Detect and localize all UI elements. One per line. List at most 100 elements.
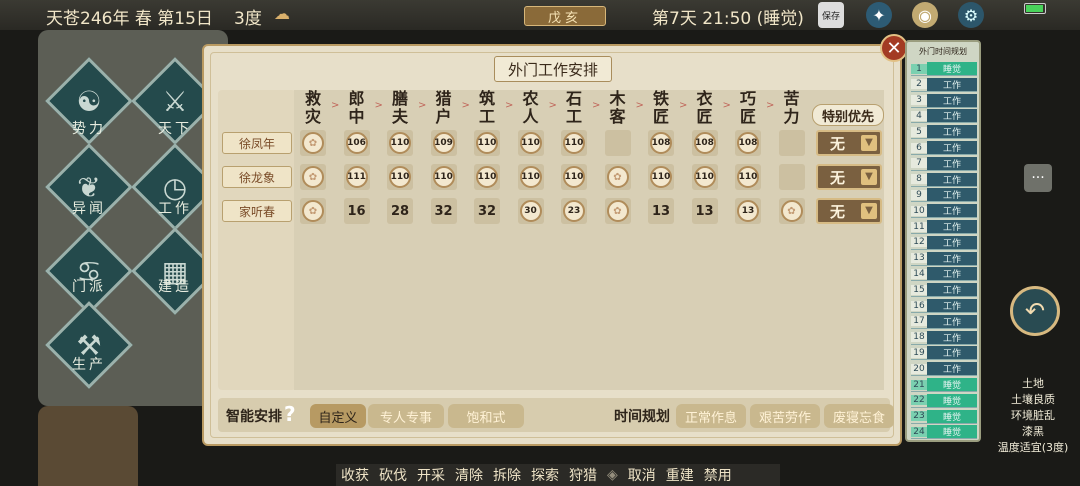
time-slot[interactable]: 21 睡觉 <box>911 378 977 392</box>
time-slot[interactable]: 16 工作 <box>911 299 977 313</box>
job-cell[interactable]: 111 <box>343 164 370 190</box>
time-slot[interactable]: 17 工作 <box>911 314 977 329</box>
time-slot[interactable]: 13 工作 <box>911 251 977 266</box>
save-icon[interactable]: 保存 <box>818 2 844 28</box>
job-cell[interactable]: 110 <box>561 130 587 156</box>
job-cell[interactable]: 106 <box>343 130 370 156</box>
hard-work-option[interactable]: 艰苦劳作 <box>750 404 820 428</box>
time-slot[interactable]: 11 工作 <box>911 220 977 234</box>
time-slot[interactable]: 9 工作 <box>911 188 977 203</box>
job-cell[interactable]: 109 <box>430 130 457 156</box>
action-cancel[interactable]: 取消 <box>628 465 656 485</box>
job-cell[interactable] <box>778 130 805 156</box>
saturation-option[interactable]: 饱和式 <box>448 404 524 428</box>
job-cell[interactable]: 108 <box>648 130 674 156</box>
time-slot-hour: 12 <box>911 237 927 248</box>
action-hunt[interactable]: 狩猎 <box>569 465 597 485</box>
job-cell[interactable]: 110 <box>387 164 413 190</box>
character-portrait[interactable] <box>38 406 138 486</box>
time-slot[interactable]: 2 工作 <box>911 77 977 92</box>
action-rebuild[interactable]: 重建 <box>666 465 694 485</box>
chat-icon[interactable]: ··· <box>1024 164 1052 192</box>
job-cell[interactable]: 110 <box>430 164 457 190</box>
time-slot[interactable]: 3 工作 <box>911 93 977 108</box>
shield-icon[interactable]: ✦ <box>866 2 892 28</box>
job-cell[interactable]: 110 <box>517 164 544 190</box>
skill-value: 110 <box>563 132 585 154</box>
time-slot[interactable]: 1 睡觉 <box>911 62 977 76</box>
terrain-line: 环境脏乱 <box>1011 409 1055 422</box>
job-cell[interactable]: ✿ <box>604 164 631 190</box>
time-slot[interactable]: 4 工作 <box>911 109 977 124</box>
job-cell[interactable]: 30 <box>517 198 544 224</box>
job-cell[interactable]: 13 <box>648 198 674 224</box>
job-cell[interactable]: 16 <box>343 198 370 224</box>
time-slot[interactable]: 6 工作 <box>911 141 977 155</box>
help-icon[interactable]: ? <box>284 402 296 426</box>
action-harvest[interactable]: 收获 <box>341 465 369 485</box>
specialist-option[interactable]: 专人专事 <box>368 404 444 428</box>
sleepless-option[interactable]: 废寝忘食 <box>824 404 894 428</box>
time-slot[interactable]: 22 睡觉 <box>911 393 977 408</box>
action-demolish[interactable]: 拆除 <box>493 465 521 485</box>
job-cell[interactable]: 110 <box>474 130 500 156</box>
job-cell[interactable]: 23 <box>561 198 587 224</box>
job-cell[interactable]: 13 <box>691 198 718 224</box>
worker-name[interactable]: 徐龙象 <box>222 166 292 188</box>
job-cell[interactable]: 110 <box>387 130 413 156</box>
job-cell[interactable]: 32 <box>474 198 500 224</box>
time-slot[interactable]: 12 工作 <box>911 235 977 250</box>
job-cell[interactable] <box>604 130 631 156</box>
action-explore[interactable]: 探索 <box>531 465 559 485</box>
action-disable[interactable]: 禁用 <box>704 465 732 485</box>
action-icon[interactable]: ◈ <box>607 467 618 483</box>
time-slot-activity: 工作 <box>927 156 977 170</box>
time-slot[interactable]: 20 工作 <box>911 362 977 377</box>
job-cell[interactable]: 28 <box>387 198 413 224</box>
back-arrow-icon[interactable]: ↶ <box>1010 286 1060 336</box>
job-cell[interactable]: 110 <box>474 164 500 190</box>
job-cell[interactable]: 110 <box>517 130 544 156</box>
action-mine[interactable]: 开采 <box>417 465 445 485</box>
time-slot[interactable]: 23 睡觉 <box>911 409 977 424</box>
worker-name[interactable]: 徐凤年 <box>222 132 292 154</box>
priority-select[interactable]: 无 ▼ <box>816 130 882 156</box>
time-slot[interactable]: 15 工作 <box>911 283 977 298</box>
action-chop[interactable]: 砍伐 <box>379 465 407 485</box>
time-slot[interactable]: 7 工作 <box>911 156 977 171</box>
job-cell[interactable]: ✿ <box>778 198 805 224</box>
custom-option[interactable]: 自定义 <box>310 404 366 428</box>
close-icon[interactable]: ✕ <box>880 34 908 62</box>
job-cell[interactable]: 108 <box>691 130 718 156</box>
job-cell[interactable]: 110 <box>691 164 718 190</box>
normal-schedule-option[interactable]: 正常作息 <box>676 404 746 428</box>
job-cell[interactable]: ✿ <box>300 198 326 224</box>
time-slot[interactable]: 24 睡觉 <box>911 425 977 440</box>
time-slot[interactable]: 8 工作 <box>911 172 977 187</box>
skill-value: 13 <box>651 203 671 219</box>
job-cell[interactable]: 110 <box>735 164 761 190</box>
time-slot[interactable]: 5 工作 <box>911 125 977 140</box>
palette-icon[interactable]: ◉ <box>912 2 938 28</box>
priority-select[interactable]: 无 ▼ <box>816 198 882 224</box>
priority-select[interactable]: 无 ▼ <box>816 164 882 190</box>
job-cell[interactable] <box>778 164 805 190</box>
job-cell[interactable]: 32 <box>430 198 457 224</box>
job-cell[interactable]: ✿ <box>604 198 631 224</box>
time-slot[interactable]: 18 工作 <box>911 330 977 345</box>
skill-value: 16 <box>347 203 366 219</box>
job-cell[interactable]: ✿ <box>300 130 326 156</box>
job-cell[interactable]: 110 <box>561 164 587 190</box>
worker-name[interactable]: 家听春 <box>222 200 292 222</box>
time-slot[interactable]: 14 工作 <box>911 267 977 282</box>
job-cell[interactable]: 13 <box>735 198 761 224</box>
job-cell[interactable]: ✿ <box>300 164 326 190</box>
gear-icon[interactable]: ⚙ <box>958 2 984 28</box>
time-slot[interactable]: 19 工作 <box>911 346 977 361</box>
time-slot[interactable]: 10 工作 <box>911 204 977 219</box>
produce-button[interactable]: ⚒ <box>45 301 133 389</box>
action-clear[interactable]: 清除 <box>455 465 483 485</box>
job-cell[interactable]: 110 <box>648 164 674 190</box>
job-cell[interactable]: 108 <box>735 130 761 156</box>
time-label: 第7天 21:50 (睡觉) <box>652 9 804 29</box>
